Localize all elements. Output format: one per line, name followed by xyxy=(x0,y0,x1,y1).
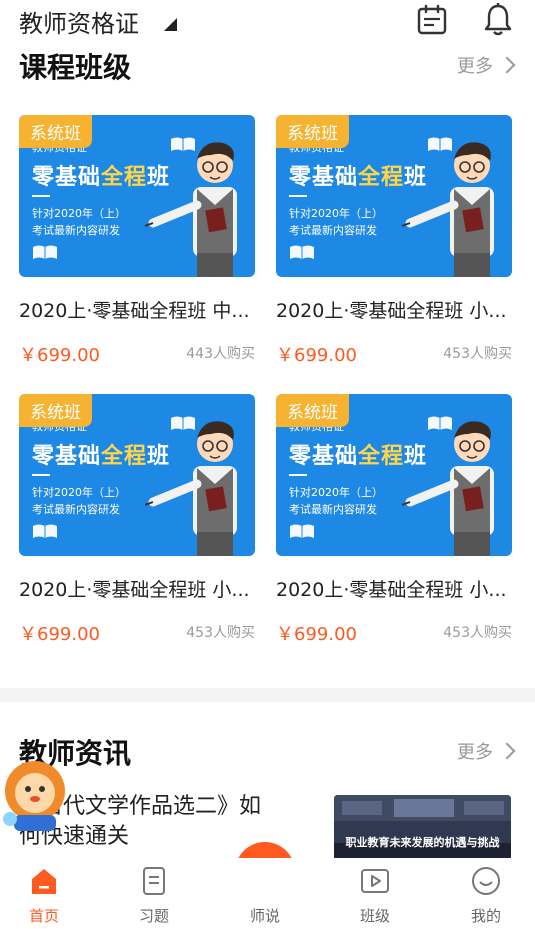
course-price: ￥699.00 xyxy=(276,345,357,366)
banner-divider xyxy=(32,195,50,197)
news-thumb-caption: 职业教育未来发展的机遇与挑战 xyxy=(345,836,500,849)
course-title[interactable]: 2020上·零基础全程班 小... xyxy=(276,575,512,602)
banner-line1: 针对2020年（上） xyxy=(32,486,126,499)
tab-label: 师说 xyxy=(249,907,280,925)
courses-more-link[interactable]: 更多 xyxy=(457,52,516,78)
course-banner: 系统班教师资格证零基础全程班针对2020年（上）考试最新内容研发 xyxy=(276,394,512,556)
course-banner: 系统班教师资格证零基础全程班针对2020年（上）考试最新内容研发 xyxy=(19,115,255,277)
lion-mascot-icon[interactable] xyxy=(0,757,70,835)
news-thumbnail[interactable]: 职业教育未来发展的机遇与挑战 xyxy=(334,795,511,860)
tab-label: 习题 xyxy=(138,907,169,925)
teacher-illustration xyxy=(145,421,237,556)
more-label: 更多 xyxy=(457,742,493,763)
news-more-link[interactable]: 更多 xyxy=(457,738,516,764)
profile-icon xyxy=(472,867,500,895)
section-divider xyxy=(0,688,535,702)
open-book-icon xyxy=(33,245,57,259)
banner-main-a: 零基础 xyxy=(32,165,102,190)
course-price: ￥699.00 xyxy=(19,624,100,645)
banner-main-highlight: 全程 xyxy=(358,444,405,469)
course-buyers: 453人购买 xyxy=(186,625,255,641)
course-card[interactable]: 系统班教师资格证零基础全程班针对2020年（上）考试最新内容研发2020上·零基… xyxy=(19,115,255,366)
calendar-icon[interactable] xyxy=(416,4,448,36)
banner-main-a: 零基础 xyxy=(32,444,102,469)
top-bar: 教师资格证 xyxy=(0,0,535,44)
news-section-header: 教师资讯 更多 xyxy=(19,732,516,772)
banner-line2: 考试最新内容研发 xyxy=(289,224,377,237)
open-book-icon xyxy=(33,524,57,538)
tab-profile[interactable]: 我的 xyxy=(446,858,526,929)
exercise-icon xyxy=(143,867,165,895)
teacher-illustration xyxy=(145,142,237,277)
course-card[interactable]: 系统班教师资格证零基础全程班针对2020年（上）考试最新内容研发2020上·零基… xyxy=(276,394,512,645)
course-card[interactable]: 系统班教师资格证零基础全程班针对2020年（上）考试最新内容研发2020上·零基… xyxy=(19,394,255,645)
banner-main-highlight: 全程 xyxy=(101,165,148,190)
tab-shishuo[interactable]: 师说 xyxy=(225,858,305,929)
banner-line2: 考试最新内容研发 xyxy=(289,503,377,516)
tab-label: 班级 xyxy=(359,907,390,925)
dropdown-triangle-icon[interactable] xyxy=(164,18,177,31)
course-card[interactable]: 系统班教师资格证零基础全程班针对2020年（上）考试最新内容研发2020上·零基… xyxy=(276,115,512,366)
banner-line1: 针对2020年（上） xyxy=(32,207,126,220)
teacher-illustration xyxy=(402,421,494,556)
course-banner: 系统班教师资格证零基础全程班针对2020年（上）考试最新内容研发 xyxy=(276,115,512,277)
banner-line2: 考试最新内容研发 xyxy=(32,503,120,516)
banner-line1: 针对2020年（上） xyxy=(289,486,383,499)
banner-line1: 针对2020年（上） xyxy=(289,207,383,220)
exam-selector[interactable]: 教师资格证 xyxy=(19,4,139,39)
banner-main-a: 零基础 xyxy=(289,444,359,469)
course-price: ￥699.00 xyxy=(276,624,357,645)
banner-main-highlight: 全程 xyxy=(101,444,148,469)
tab-label: 首页 xyxy=(28,907,59,925)
section-title-courses: 课程班级 xyxy=(19,51,132,84)
tab-label: 我的 xyxy=(470,907,501,925)
course-buyers: 453人购买 xyxy=(443,625,512,641)
banner-main-highlight: 全程 xyxy=(358,165,405,190)
course-price: ￥699.00 xyxy=(19,345,100,366)
chevron-right-icon xyxy=(498,742,516,760)
bell-icon[interactable] xyxy=(482,2,514,36)
tab-class[interactable]: 班级 xyxy=(335,858,415,929)
banner-line2: 考试最新内容研发 xyxy=(32,224,120,237)
course-tag: 系统班 xyxy=(19,115,92,148)
course-title[interactable]: 2020上·零基础全程班 小... xyxy=(276,296,512,323)
bottom-tab-bar: 首页 习题 师说 班级 我的 xyxy=(0,858,535,929)
chevron-right-icon xyxy=(498,56,516,74)
conference-hall-image xyxy=(334,795,511,860)
more-label: 更多 xyxy=(457,56,493,77)
class-play-icon xyxy=(361,869,389,893)
tab-home[interactable]: 首页 xyxy=(4,858,84,929)
teacher-illustration xyxy=(402,142,494,277)
course-title[interactable]: 2020上·零基础全程班 小... xyxy=(19,575,255,602)
course-tag: 系统班 xyxy=(276,115,349,148)
tab-exercise[interactable]: 习题 xyxy=(114,858,194,929)
banner-divider xyxy=(289,195,307,197)
open-book-icon xyxy=(290,524,314,538)
course-tag: 系统班 xyxy=(276,394,349,427)
course-buyers: 453人购买 xyxy=(443,346,512,362)
banner-divider xyxy=(32,474,50,476)
courses-section-header: 课程班级 更多 xyxy=(19,46,516,86)
course-buyers: 443人购买 xyxy=(186,346,255,362)
course-title[interactable]: 2020上·零基础全程班 中... xyxy=(19,296,255,323)
home-icon xyxy=(32,869,56,894)
banner-divider xyxy=(289,474,307,476)
course-banner: 系统班教师资格证零基础全程班针对2020年（上）考试最新内容研发 xyxy=(19,394,255,556)
banner-main-a: 零基础 xyxy=(289,165,359,190)
open-book-icon xyxy=(290,245,314,259)
course-tag: 系统班 xyxy=(19,394,92,427)
